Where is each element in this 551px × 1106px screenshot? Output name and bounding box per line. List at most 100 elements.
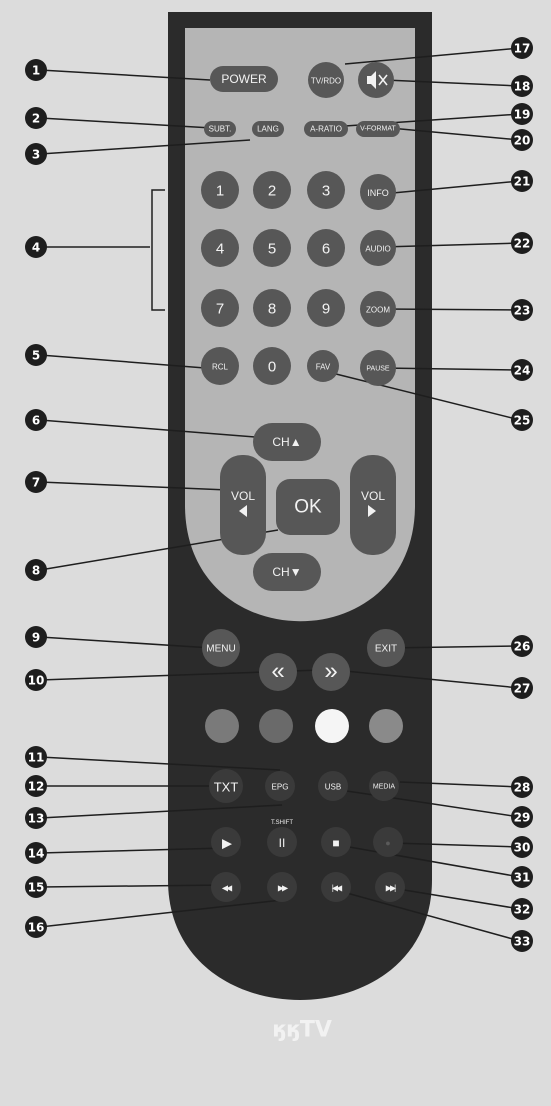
digit-button-6[interactable]: 6 <box>307 229 345 267</box>
exit-button[interactable]: EXIT <box>367 629 405 667</box>
digit-button-1[interactable]: 1 <box>201 171 239 209</box>
callout-31: 31 <box>511 866 533 888</box>
subtitle-button[interactable]: SUBT. <box>204 121 236 137</box>
channel-up-button[interactable]: CH▲ <box>253 423 321 461</box>
recall-label: RCL <box>212 363 229 372</box>
callout-10: 10 <box>25 669 47 691</box>
tv-radio-button[interactable]: TV/RDO <box>308 62 344 98</box>
menu-button[interactable]: MENU <box>202 629 240 667</box>
blue-color-button[interactable] <box>369 709 403 743</box>
fast-forward-button[interactable]: ▶▶ <box>267 872 297 902</box>
media-button[interactable]: MEDIA <box>369 771 399 801</box>
digit-button-9[interactable]: 9 <box>307 289 345 327</box>
page-right-label: » <box>324 658 337 685</box>
power-label: POWER <box>221 72 267 86</box>
pause-text-label: PAUSE <box>366 366 390 373</box>
volume-up-label: VOL <box>361 489 385 503</box>
play-button[interactable]: ▶ <box>211 827 241 857</box>
digit-button-2[interactable]: 2 <box>253 171 291 209</box>
red-color-button[interactable] <box>205 709 239 743</box>
page-left-label: « <box>271 658 284 685</box>
record-button[interactable]: ● <box>373 827 403 857</box>
digit-button-7[interactable]: 7 <box>201 289 239 327</box>
callout-33: 33 <box>511 930 533 952</box>
digit-button-0[interactable]: 0 <box>253 347 291 385</box>
channel-down-button[interactable]: CH▼ <box>253 553 321 591</box>
digit-label: 2 <box>268 183 276 200</box>
callout-number: 25 <box>514 414 531 428</box>
aspect-ratio-button[interactable]: A-RATIO <box>304 121 348 137</box>
pause-button[interactable]: II <box>267 827 297 857</box>
callout-24: 24 <box>511 359 533 381</box>
yellow-color-button[interactable] <box>315 709 349 743</box>
digit-button-5[interactable]: 5 <box>253 229 291 267</box>
audio-button[interactable]: AUDIO <box>360 230 396 266</box>
remote-diagram-svg: POWER TV/RDO SUBT. LANG A-RATIO V-FORMAT… <box>25 12 533 1043</box>
audio-label: AUDIO <box>365 245 390 254</box>
media-label: MEDIA <box>373 784 396 791</box>
callout-6: 6 <box>25 409 47 431</box>
callout-number: 10 <box>28 674 45 688</box>
teletext-button[interactable]: TXT <box>209 769 243 803</box>
stop-icon: ■ <box>332 836 339 850</box>
callout-number: 17 <box>514 42 531 56</box>
digit-label: 0 <box>268 359 276 376</box>
video-format-button[interactable]: V-FORMAT <box>356 121 400 137</box>
page-right-button[interactable]: » <box>312 653 350 691</box>
callout-number: 32 <box>514 903 531 917</box>
channel-down-label: CH▼ <box>272 565 301 579</box>
language-button[interactable]: LANG <box>252 121 284 137</box>
rewind-button[interactable]: ◀◀ <box>211 872 241 902</box>
callout-number: 1 <box>32 64 40 78</box>
callout-number: 12 <box>28 780 45 794</box>
volume-down-button[interactable]: VOL <box>220 455 266 555</box>
digit-button-3[interactable]: 3 <box>307 171 345 209</box>
callout-number: 16 <box>28 921 45 935</box>
previous-button[interactable]: |◀◀ <box>321 872 351 902</box>
timeshift-label: T.SHIFT <box>271 820 293 826</box>
callout-number: 30 <box>514 841 531 855</box>
callout-number: 18 <box>514 80 531 94</box>
callout-number: 27 <box>514 682 531 696</box>
page-left-button[interactable]: « <box>259 653 297 691</box>
callout-15: 15 <box>25 876 47 898</box>
remote-diagram: POWER TV/RDO SUBT. LANG A-RATIO V-FORMAT… <box>0 0 551 1106</box>
record-icon: ● <box>385 838 390 848</box>
volume-up-button[interactable]: VOL <box>350 455 396 555</box>
green-color-button[interactable] <box>259 709 293 743</box>
recall-button[interactable]: RCL <box>201 347 239 385</box>
ok-label: OK <box>294 497 322 518</box>
info-button[interactable]: INFO <box>360 174 396 210</box>
power-button[interactable]: POWER <box>210 66 278 92</box>
callout-number: 8 <box>32 564 40 578</box>
callout-number: 14 <box>28 847 45 861</box>
digit-label: 4 <box>216 241 224 258</box>
callout-number: 33 <box>514 935 531 949</box>
stop-button[interactable]: ■ <box>321 827 351 857</box>
callout-28: 28 <box>511 776 533 798</box>
callout-number: 5 <box>32 349 40 363</box>
digit-button-8[interactable]: 8 <box>253 289 291 327</box>
callout-8: 8 <box>25 559 47 581</box>
usb-button[interactable]: USB <box>318 771 348 801</box>
callout-number: 19 <box>514 108 531 122</box>
callout-9: 9 <box>25 626 47 648</box>
video-format-label: V-FORMAT <box>360 126 396 133</box>
brand-logo: ӄӄTV <box>272 1018 332 1043</box>
favorite-label: FAV <box>316 363 331 372</box>
play-icon: ▶ <box>222 836 232 851</box>
callout-29: 29 <box>511 806 533 828</box>
callout-number: 11 <box>28 751 45 765</box>
callout-number: 15 <box>28 881 45 895</box>
epg-button[interactable]: EPG <box>265 771 295 801</box>
digit-button-4[interactable]: 4 <box>201 229 239 267</box>
usb-label: USB <box>325 783 341 792</box>
favorite-button[interactable]: FAV <box>307 350 339 382</box>
ok-button[interactable]: OK <box>276 479 340 535</box>
zoom-button[interactable]: ZOOM <box>360 291 396 327</box>
callout-4: 4 <box>25 236 47 258</box>
pause-text-button[interactable]: PAUSE <box>360 350 396 386</box>
callout-16: 16 <box>25 916 47 938</box>
mute-button[interactable] <box>358 62 394 98</box>
next-button[interactable]: ▶▶| <box>375 872 405 902</box>
